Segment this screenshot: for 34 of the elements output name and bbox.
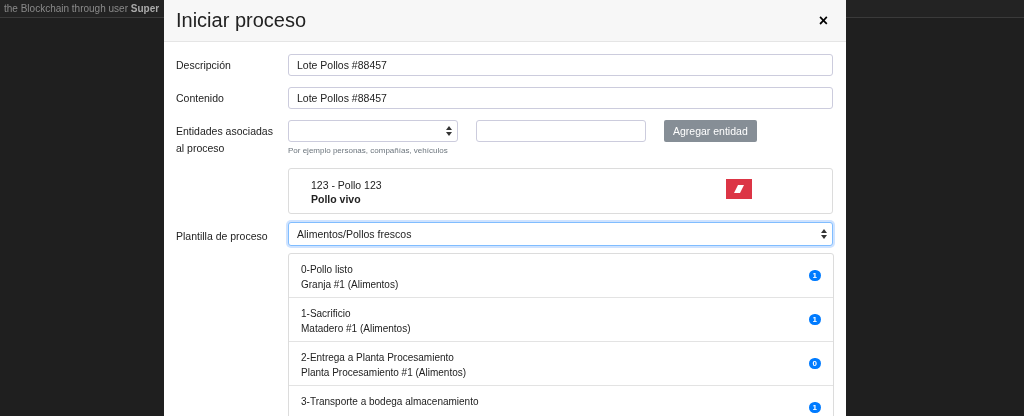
entity-type: Pollo vivo — [311, 192, 362, 206]
step-item[interactable]: 1-Sacrificio Matadero #1 (Alimentos) 1 — [289, 298, 833, 342]
step-title: 3-Transporte a bodega almacenamiento — [301, 395, 479, 409]
select-arrows-icon — [821, 229, 827, 239]
step-location: Planta Procesamiento #1 (Alimentos) — [301, 366, 467, 380]
count-badge: 1 — [808, 314, 821, 325]
background-text: the Blockchain through user Super — [3, 3, 160, 14]
select-arrows-icon — [446, 126, 452, 136]
delete-button[interactable] — [726, 179, 752, 199]
text-field[interactable]: Lote Pollos #88457 — [288, 87, 833, 109]
field-label: Entidades asociadas al proceso — [176, 124, 274, 156]
text-field[interactable]: Lote Pollos #88457 — [288, 54, 833, 76]
close-button[interactable]: × — [812, 11, 834, 30]
template-select[interactable]: Alimentos/Pollos frescos — [288, 222, 833, 246]
step-location: Granja #1 (Alimentos) — [301, 278, 399, 292]
entity-type-select[interactable] — [288, 120, 458, 142]
field-label: Descripción — [176, 58, 232, 73]
eraser-icon — [734, 185, 744, 193]
step-title: 0-Pollo listo — [301, 263, 354, 277]
step-item[interactable]: 3-Transporte a bodega almacenamiento 1 — [289, 386, 833, 416]
modal-title: Iniciar proceso — [176, 9, 307, 32]
step-item[interactable]: 0-Pollo listo Granja #1 (Alimentos) 1 — [289, 254, 833, 298]
entity-field[interactable] — [476, 120, 646, 142]
step-location: Matadero #1 (Alimentos) — [301, 322, 411, 336]
count-badge: 1 — [808, 402, 821, 413]
count-badge: 0 — [808, 358, 821, 369]
step-item[interactable]: 2-Entrega a Planta Procesamiento Planta Procesamiento #1 (Alimentos) 0 — [289, 342, 833, 386]
hint-text: Por ejemplo personas, compañías, vehículos — [288, 146, 449, 155]
count-badge: 1 — [808, 270, 821, 281]
step-title: 1-Sacrificio — [301, 307, 352, 321]
field-label: Plantilla de proceso — [176, 229, 269, 244]
entity-title: 123 - Pollo 123 — [311, 178, 382, 192]
field-label: Contenido — [176, 91, 225, 106]
step-title: 2-Entrega a Planta Procesamiento — [301, 351, 455, 365]
